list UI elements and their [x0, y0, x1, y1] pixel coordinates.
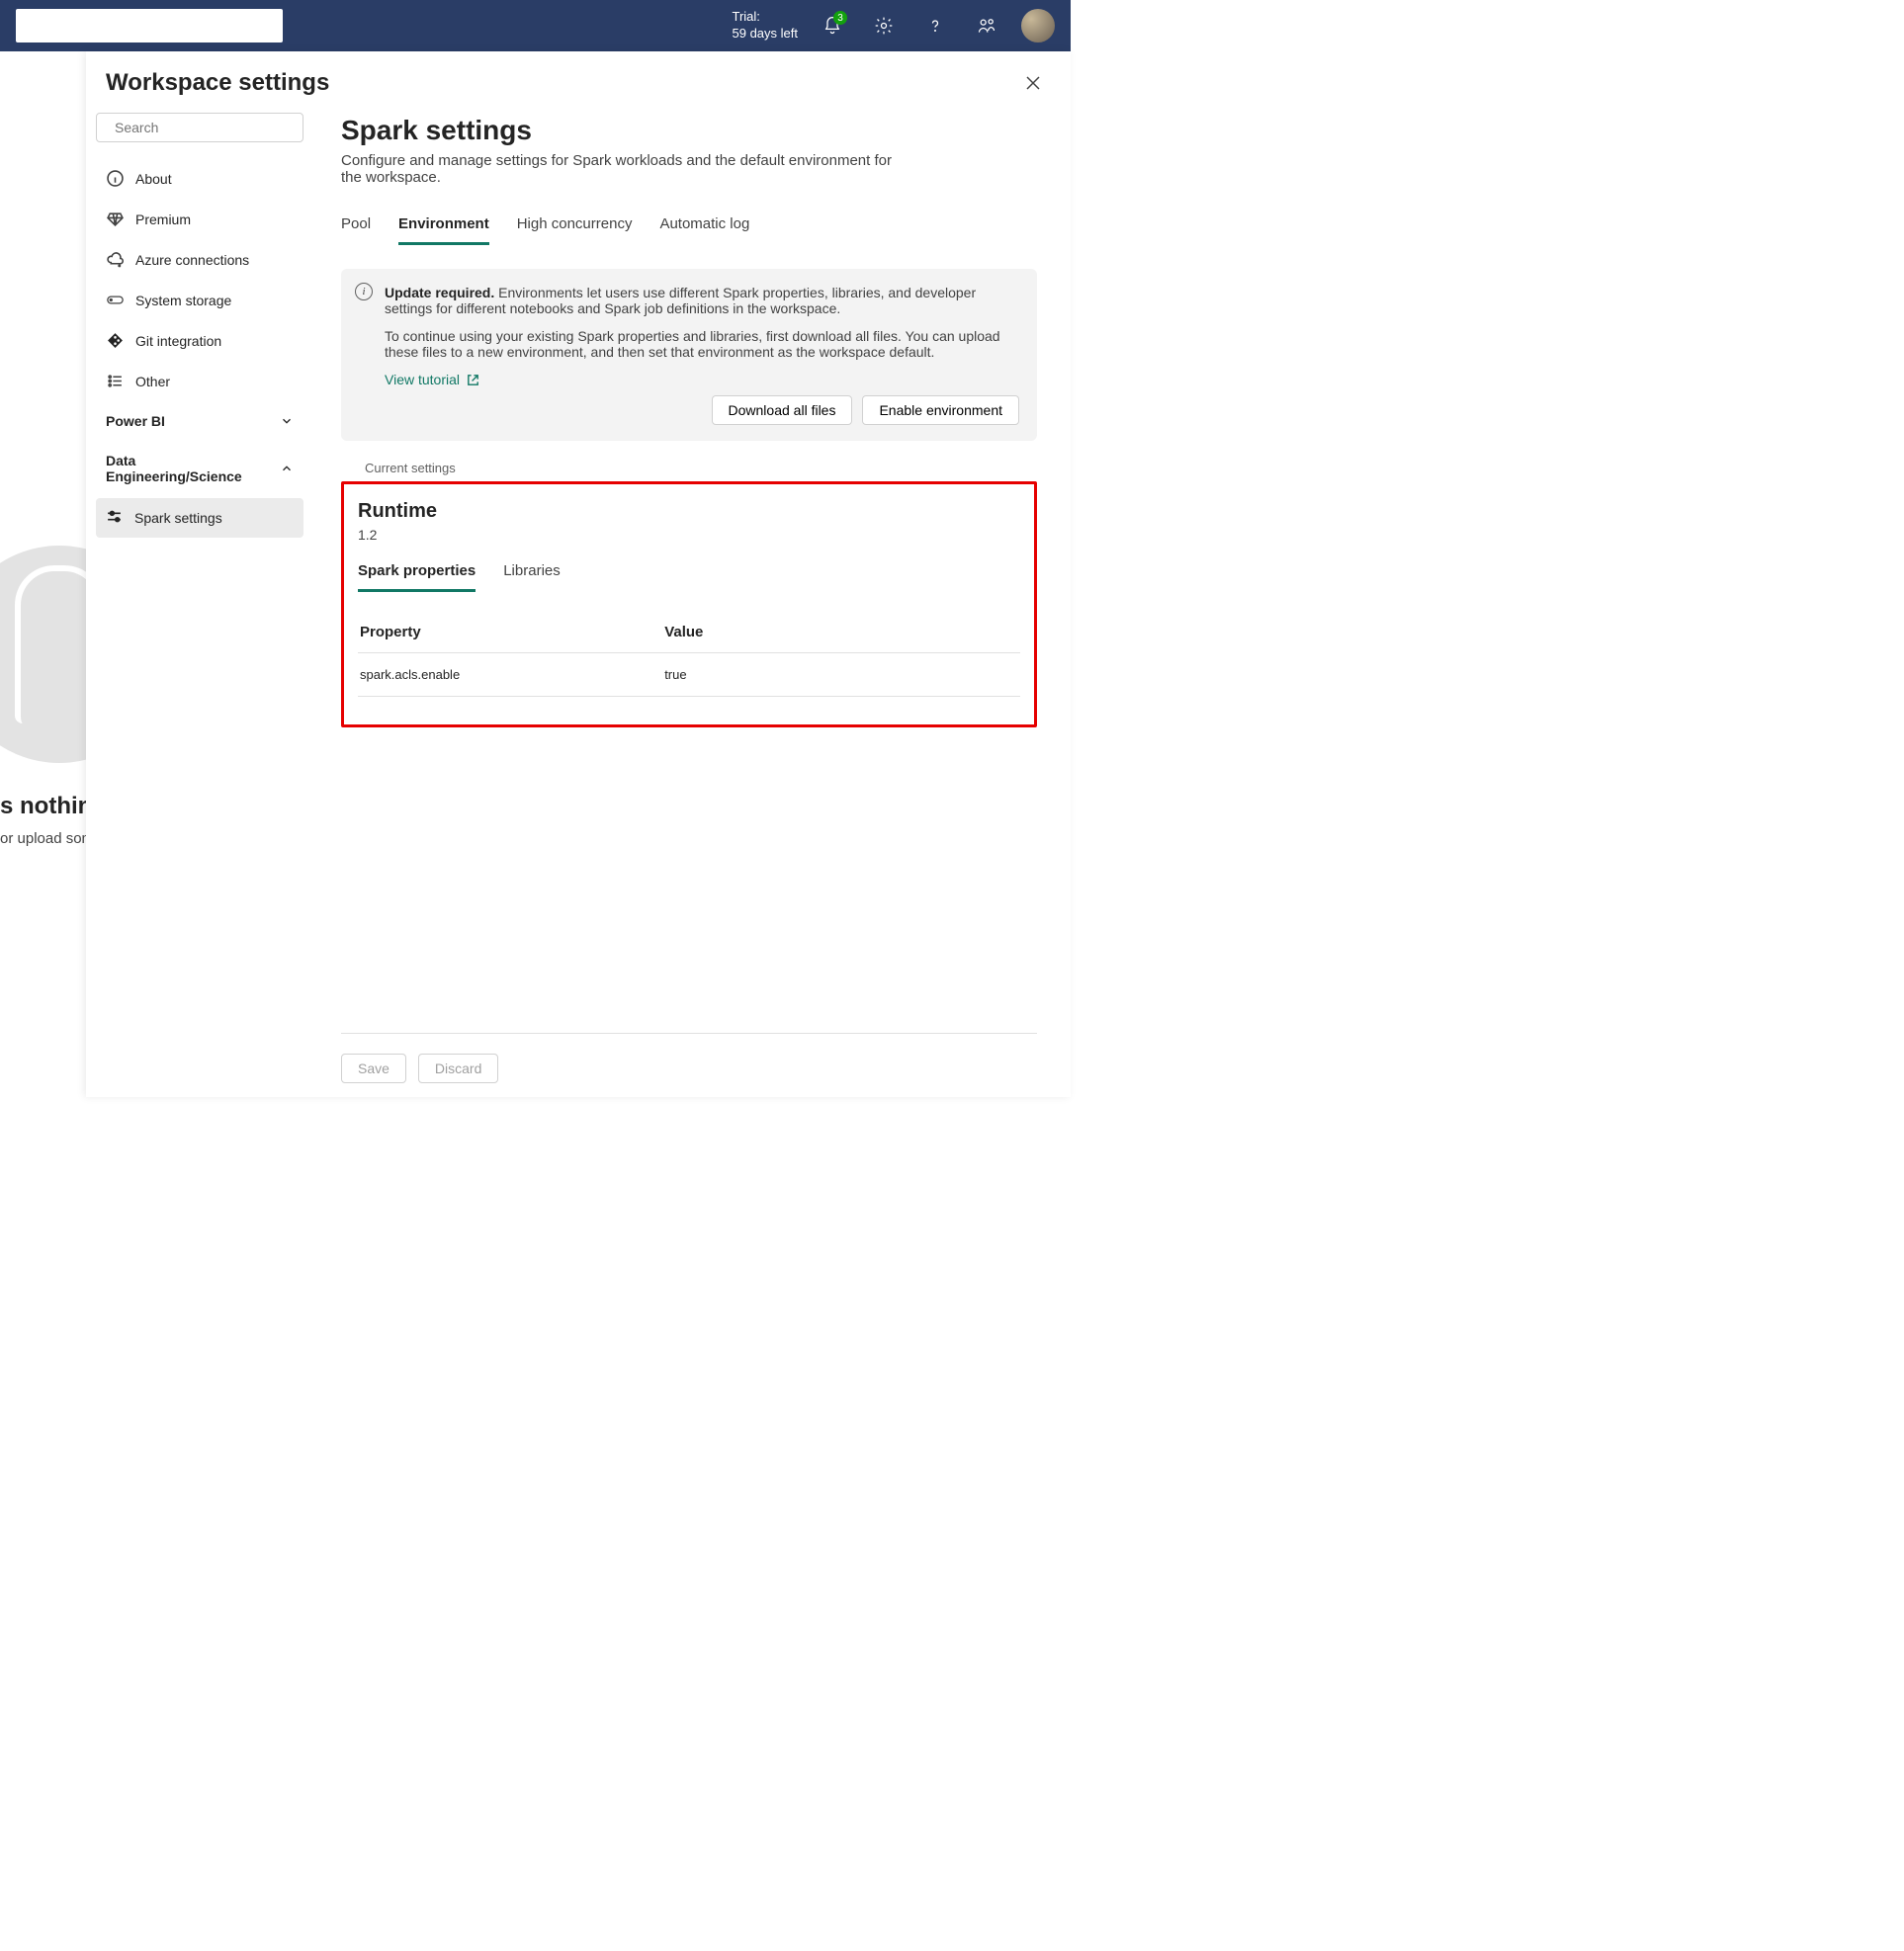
- save-button[interactable]: Save: [341, 1054, 406, 1083]
- download-all-files-button[interactable]: Download all files: [712, 395, 853, 425]
- sidebar-item-azure[interactable]: Azure connections: [96, 241, 303, 278]
- sidebar-item-other[interactable]: Other: [96, 363, 303, 399]
- enable-environment-button[interactable]: Enable environment: [862, 395, 1019, 425]
- property-cell: spark.acls.enable: [358, 653, 662, 697]
- current-settings-label: Current settings: [365, 461, 1037, 475]
- table-row: spark.acls.enable true: [358, 653, 1020, 697]
- question-icon: [925, 16, 945, 36]
- footer-actions: Save Discard: [341, 1033, 1037, 1083]
- diamond-icon: [106, 211, 124, 227]
- col-value: Value: [662, 612, 1020, 653]
- sidebar-group-powerbi[interactable]: Power BI: [96, 403, 303, 439]
- sidebar-item-label: About: [135, 171, 172, 187]
- info-icon: i: [355, 283, 373, 300]
- tab-environment[interactable]: Environment: [398, 210, 489, 245]
- page-subtitle: Configure and manage settings for Spark …: [341, 152, 914, 186]
- runtime-subtabs: Spark properties Libraries: [358, 558, 1020, 592]
- sidebar-item-label: System storage: [135, 293, 231, 308]
- subtab-libraries[interactable]: Libraries: [503, 558, 561, 592]
- trial-status: Trial: 59 days left: [733, 9, 799, 42]
- sliders-icon: [106, 508, 123, 528]
- sidebar-item-storage[interactable]: System storage: [96, 282, 303, 318]
- feedback-button[interactable]: [970, 9, 1003, 42]
- settings-tabs: Pool Environment High concurrency Automa…: [341, 210, 1037, 245]
- tab-high-concurrency[interactable]: High concurrency: [517, 210, 633, 245]
- help-button[interactable]: [918, 9, 952, 42]
- sidebar-item-about[interactable]: About: [96, 160, 303, 197]
- sidebar-item-spark-settings[interactable]: Spark settings: [96, 498, 303, 538]
- tab-pool[interactable]: Pool: [341, 210, 371, 245]
- value-cell: true: [662, 653, 1020, 697]
- close-button[interactable]: [1019, 69, 1047, 97]
- update-notice: i Update required. Environments let user…: [341, 269, 1037, 441]
- tab-automatic-log[interactable]: Automatic log: [659, 210, 749, 245]
- info-icon: [106, 170, 124, 187]
- sidebar-item-label: Git integration: [135, 333, 221, 349]
- people-icon: [977, 16, 996, 36]
- settings-search[interactable]: [96, 113, 303, 142]
- chevron-up-icon: [280, 462, 294, 475]
- git-icon: [106, 332, 124, 349]
- runtime-title: Runtime: [358, 500, 1020, 523]
- runtime-highlight-box: Runtime 1.2 Spark properties Libraries P…: [341, 481, 1037, 727]
- subtab-spark-properties[interactable]: Spark properties: [358, 558, 476, 592]
- sidebar-item-label: Other: [135, 374, 170, 389]
- storage-icon: [106, 292, 124, 308]
- close-icon: [1025, 75, 1041, 91]
- discard-button[interactable]: Discard: [418, 1054, 498, 1083]
- view-tutorial-link[interactable]: View tutorial: [385, 372, 480, 387]
- cloud-icon: [106, 251, 124, 268]
- runtime-version: 1.2: [358, 527, 1020, 543]
- properties-table: Property Value spark.acls.enable true: [358, 612, 1020, 697]
- topbar: Trial: 59 days left 3: [0, 0, 1071, 51]
- sidebar-item-label: Spark settings: [134, 510, 222, 526]
- gear-icon: [874, 16, 894, 36]
- chevron-down-icon: [280, 414, 294, 428]
- avatar[interactable]: [1021, 9, 1055, 42]
- sidebar-group-data-eng[interactable]: Data Engineering/Science: [96, 443, 303, 494]
- sidebar-item-label: Premium: [135, 212, 191, 227]
- page-title: Spark settings: [341, 115, 1037, 146]
- sidebar-item-premium[interactable]: Premium: [96, 201, 303, 237]
- settings-sidebar: About Premium Azure connections System s…: [86, 97, 313, 1097]
- settings-button[interactable]: [867, 9, 901, 42]
- workspace-settings-panel: Workspace settings About Premium Azure c…: [86, 51, 1071, 1097]
- sidebar-item-git[interactable]: Git integration: [96, 322, 303, 359]
- external-link-icon: [466, 373, 480, 387]
- panel-title: Workspace settings: [106, 69, 1019, 97]
- list-icon: [106, 373, 124, 389]
- col-property: Property: [358, 612, 662, 653]
- settings-main: Spark settings Configure and manage sett…: [313, 97, 1071, 1097]
- global-search-input[interactable]: [16, 9, 283, 42]
- settings-search-input[interactable]: [115, 120, 294, 135]
- sidebar-item-label: Azure connections: [135, 252, 249, 268]
- notifications-button[interactable]: 3: [816, 9, 849, 42]
- notification-badge: 3: [833, 11, 847, 25]
